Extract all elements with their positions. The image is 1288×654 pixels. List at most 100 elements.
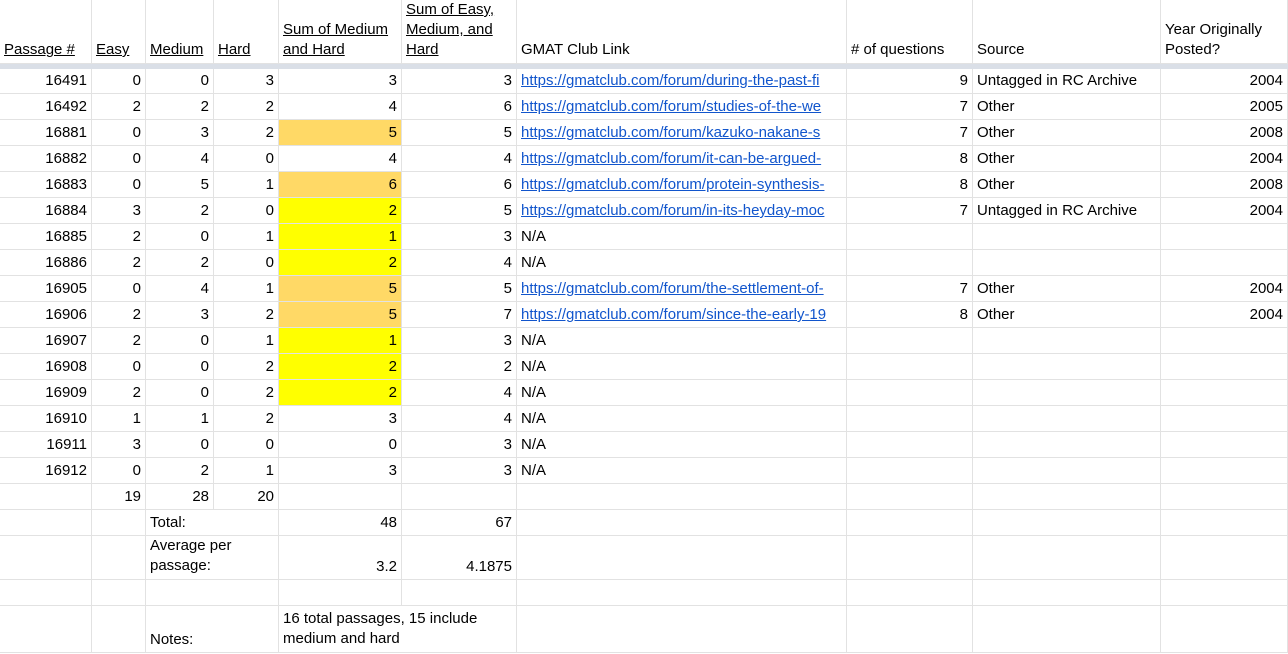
- cell-sum-mh[interactable]: 4: [279, 146, 402, 172]
- cell-sum-hard[interactable]: 20: [214, 484, 279, 510]
- cell-questions[interactable]: 7: [847, 276, 973, 302]
- cell-easy[interactable]: 0: [92, 458, 146, 484]
- cell-medium[interactable]: 1: [146, 406, 214, 432]
- cell-questions[interactable]: [847, 250, 973, 276]
- cell-empty[interactable]: [402, 484, 517, 510]
- cell-medium[interactable]: 0: [146, 68, 214, 94]
- cell-easy[interactable]: 2: [92, 94, 146, 120]
- cell-hard[interactable]: 0: [214, 432, 279, 458]
- cell-year[interactable]: [1161, 458, 1288, 484]
- gmat-club-link[interactable]: https://gmatclub.com/forum/in-its-heyday…: [521, 201, 824, 220]
- gmat-club-link[interactable]: https://gmatclub.com/forum/studies-of-th…: [521, 97, 821, 116]
- cell-link[interactable]: N/A: [517, 224, 847, 250]
- cell-medium[interactable]: 0: [146, 328, 214, 354]
- cell-questions[interactable]: 8: [847, 146, 973, 172]
- cell-medium[interactable]: 2: [146, 458, 214, 484]
- column-header-passage[interactable]: Passage #: [0, 0, 92, 64]
- cell-empty[interactable]: [146, 580, 279, 606]
- cell-sum-mh[interactable]: 2: [279, 354, 402, 380]
- cell-sum-mh[interactable]: 4: [279, 94, 402, 120]
- cell-link[interactable]: N/A: [517, 380, 847, 406]
- cell-source[interactable]: Untagged in RC Archive: [973, 68, 1161, 94]
- cell-questions[interactable]: 8: [847, 302, 973, 328]
- gmat-club-link[interactable]: https://gmatclub.com/forum/it-can-be-arg…: [521, 149, 821, 168]
- cell-questions[interactable]: [847, 354, 973, 380]
- cell-passage[interactable]: 16884: [0, 198, 92, 224]
- cell-sum-mh[interactable]: 2: [279, 250, 402, 276]
- cell-empty[interactable]: [0, 536, 92, 580]
- cell-empty[interactable]: [0, 580, 92, 606]
- cell-hard[interactable]: 0: [214, 146, 279, 172]
- cell-sum-emh[interactable]: 3: [402, 458, 517, 484]
- cell-questions[interactable]: [847, 328, 973, 354]
- cell-medium[interactable]: 0: [146, 380, 214, 406]
- cell-year[interactable]: 2005: [1161, 94, 1288, 120]
- cell-empty[interactable]: [973, 510, 1161, 536]
- cell-passage[interactable]: 16491: [0, 68, 92, 94]
- cell-empty[interactable]: [1161, 536, 1288, 580]
- cell-sum-mh[interactable]: 1: [279, 224, 402, 250]
- cell-questions[interactable]: 8: [847, 172, 973, 198]
- frozen-header-divider[interactable]: [0, 64, 1288, 69]
- cell-hard[interactable]: 1: [214, 276, 279, 302]
- cell-empty[interactable]: [92, 606, 146, 653]
- column-header-source[interactable]: Source: [973, 0, 1161, 64]
- cell-easy[interactable]: 0: [92, 354, 146, 380]
- cell-medium[interactable]: 3: [146, 302, 214, 328]
- cell-medium[interactable]: 5: [146, 172, 214, 198]
- cell-hard[interactable]: 3: [214, 68, 279, 94]
- cell-passage[interactable]: 16885: [0, 224, 92, 250]
- cell-hard[interactable]: 1: [214, 172, 279, 198]
- cell-sum-mh[interactable]: 5: [279, 302, 402, 328]
- column-header-sum-emh[interactable]: Sum of Easy, Medium, and Hard: [402, 0, 517, 64]
- cell-empty[interactable]: [1161, 484, 1288, 510]
- cell-empty[interactable]: [1161, 606, 1288, 653]
- cell-link[interactable]: N/A: [517, 250, 847, 276]
- cell-source[interactable]: Untagged in RC Archive: [973, 198, 1161, 224]
- cell-year[interactable]: [1161, 328, 1288, 354]
- cell-easy[interactable]: 2: [92, 302, 146, 328]
- cell-source[interactable]: [973, 250, 1161, 276]
- cell-year[interactable]: [1161, 432, 1288, 458]
- cell-sum-mh[interactable]: 0: [279, 432, 402, 458]
- cell-empty[interactable]: [92, 510, 146, 536]
- cell-hard[interactable]: 1: [214, 224, 279, 250]
- cell-sum-mh[interactable]: 5: [279, 276, 402, 302]
- gmat-club-link[interactable]: https://gmatclub.com/forum/kazuko-nakane…: [521, 123, 820, 142]
- cell-year[interactable]: [1161, 224, 1288, 250]
- column-header-sum-mh[interactable]: Sum of Medium and Hard: [279, 0, 402, 64]
- cell-year[interactable]: 2004: [1161, 302, 1288, 328]
- cell-source[interactable]: Other: [973, 146, 1161, 172]
- gmat-club-link[interactable]: https://gmatclub.com/forum/the-settlemen…: [521, 279, 824, 298]
- cell-questions[interactable]: [847, 432, 973, 458]
- cell-link[interactable]: https://gmatclub.com/forum/it-can-be-arg…: [517, 146, 847, 172]
- cell-hard[interactable]: 0: [214, 198, 279, 224]
- cell-questions[interactable]: [847, 224, 973, 250]
- notes-text[interactable]: 16 total passages, 15 include medium and…: [279, 606, 517, 653]
- cell-empty[interactable]: [279, 484, 402, 510]
- cell-source[interactable]: [973, 328, 1161, 354]
- cell-empty[interactable]: [847, 536, 973, 580]
- cell-source[interactable]: Other: [973, 94, 1161, 120]
- cell-hard[interactable]: 2: [214, 406, 279, 432]
- cell-link[interactable]: N/A: [517, 328, 847, 354]
- cell-source[interactable]: [973, 354, 1161, 380]
- cell-easy[interactable]: 3: [92, 432, 146, 458]
- cell-questions[interactable]: [847, 406, 973, 432]
- cell-sum-mh[interactable]: 6: [279, 172, 402, 198]
- cell-empty[interactable]: [517, 606, 847, 653]
- cell-passage[interactable]: 16882: [0, 146, 92, 172]
- cell-easy[interactable]: 0: [92, 68, 146, 94]
- column-header-link[interactable]: GMAT Club Link: [517, 0, 847, 64]
- cell-easy[interactable]: 0: [92, 146, 146, 172]
- cell-empty[interactable]: [973, 536, 1161, 580]
- cell-sum-emh[interactable]: 7: [402, 302, 517, 328]
- cell-empty[interactable]: [973, 606, 1161, 653]
- cell-sum-mh[interactable]: 3: [279, 458, 402, 484]
- cell-sum-emh[interactable]: 3: [402, 68, 517, 94]
- cell-sum-mh[interactable]: 1: [279, 328, 402, 354]
- cell-sum-emh[interactable]: 4: [402, 250, 517, 276]
- cell-empty[interactable]: [847, 484, 973, 510]
- cell-source[interactable]: [973, 406, 1161, 432]
- cell-medium[interactable]: 4: [146, 276, 214, 302]
